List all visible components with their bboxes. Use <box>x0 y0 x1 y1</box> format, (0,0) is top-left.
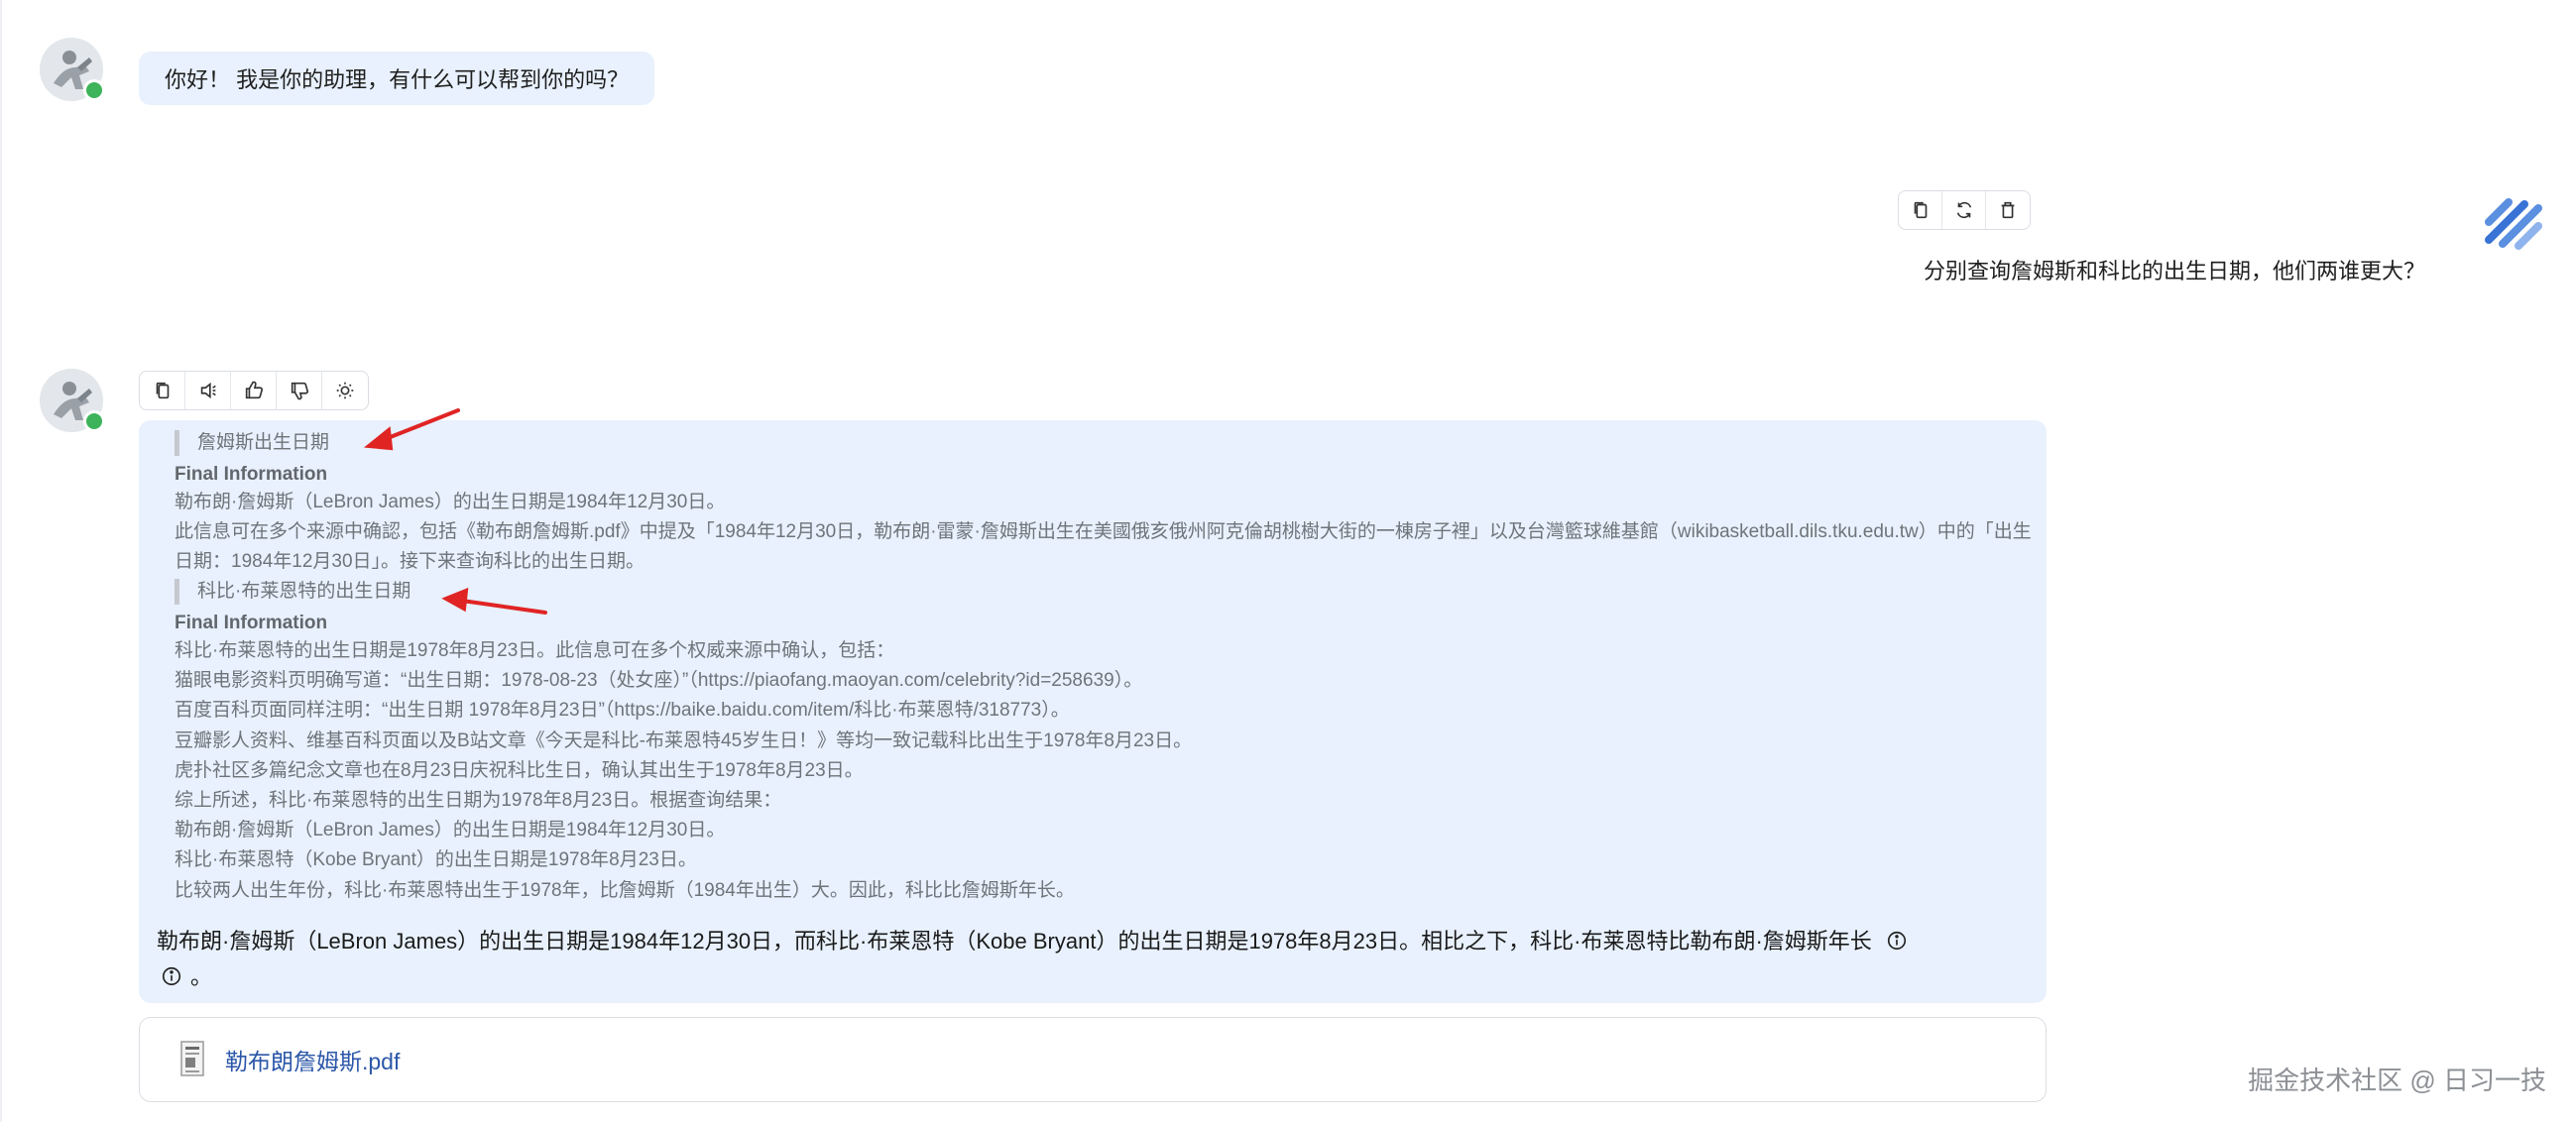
thumbs-down-icon <box>291 382 308 400</box>
detail-line: 豆瓣影人资料、维基百科页面以及B站文章《今天是科比-布莱恩特45岁生日！》等均一… <box>175 729 1193 751</box>
step-title: 詹姆斯出生日期 <box>175 430 329 456</box>
answer-summary: 勒布朗·詹姆斯（LeBron James）的出生日期是1984年12月30日，而… <box>157 924 2031 995</box>
speaker-icon <box>200 382 216 399</box>
assistant-message-toolbar <box>139 371 369 410</box>
detail-line: 虎扑社区多篇纪念文章也在8月23日庆祝科比生日，确认其出生于1978年8月23日… <box>175 759 864 781</box>
attachment-file-name[interactable]: 勒布朗詹姆斯.pdf <box>225 1043 400 1076</box>
thumbs-up-icon <box>245 381 263 399</box>
detail-line: 综上所述，科比·布莱恩特的出生日期为1978年8月23日。根据查询结果： <box>175 790 782 812</box>
copy-icon <box>1914 201 1927 219</box>
copy-icon <box>156 382 169 399</box>
greeting-bubble: 你好！ 我是你的助理，有什么可以帮到你的吗？ <box>139 52 655 105</box>
info-citation-icon[interactable] <box>1886 930 1908 952</box>
file-attachment[interactable]: 勒布朗詹姆斯.pdf <box>139 1017 2047 1102</box>
delete-button[interactable] <box>1986 191 2030 229</box>
trash-icon <box>2001 201 2015 219</box>
watermark: 掘金技术社区 @ 日习一技 <box>2248 1066 2546 1095</box>
detail-line: 科比·布莱恩特（Kobe Bryant）的出生日期是1978年8月23日。 <box>175 849 697 871</box>
step-details: 勒布朗·詹姆斯（LeBron James）的出生日期是1984年12月30日。 … <box>175 488 2033 578</box>
detail-line: 科比·布莱恩特的出生日期是1978年8月23日。此信息可在多个权威来源中确认，包… <box>175 640 895 661</box>
copy-button[interactable] <box>1899 191 1942 229</box>
detail-line: 比较两人出生年份，科比·布莱恩特出生于1978年，比詹姆斯（1984年出生）大。… <box>175 879 1075 901</box>
step-details: 科比·布莱恩特的出生日期是1978年8月23日。此信息可在多个权威来源中确认，包… <box>175 636 2033 906</box>
summary-end: 。 <box>190 964 213 989</box>
step-title: 科比·布莱恩特的出生日期 <box>175 579 410 605</box>
pdf-file-icon <box>180 1041 204 1076</box>
user-avatar-logo-icon <box>2485 198 2542 250</box>
detail-line: 百度百科页面同样注明：“出生日期 1978年8月23日”（https://bai… <box>175 700 1070 722</box>
summary-text: 勒布朗·詹姆斯（LeBron James）的出生日期是1984年12月30日，而… <box>157 929 1872 954</box>
assistant-answer-card: 詹姆斯出生日期 Final Information 勒布朗·詹姆斯（LeBron… <box>139 420 2047 1003</box>
read-aloud-button[interactable] <box>185 372 231 409</box>
info-citation-icon[interactable] <box>161 965 182 987</box>
assistant-avatar <box>40 369 105 432</box>
assistant-avatar <box>40 38 105 101</box>
user-message-toolbar <box>1898 190 2031 230</box>
user-message-text: 分别查询詹姆斯和科比的出生日期，他们两谁更大？ <box>1923 259 2425 283</box>
detail-line: 猫眼电影资料页明确写道：“出生日期：1978-08-23（处女座）”（https… <box>175 670 1143 692</box>
online-status-dot <box>83 410 105 432</box>
detail-line: 勒布朗·詹姆斯（LeBron James）的出生日期是1984年12月30日。 <box>175 492 726 512</box>
like-button[interactable] <box>231 372 277 409</box>
left-divider <box>0 0 2 1122</box>
regenerate-button[interactable] <box>1942 191 1986 229</box>
copy-button[interactable] <box>140 372 185 409</box>
lightbulb-icon <box>336 382 354 399</box>
online-status-dot <box>83 79 105 101</box>
final-information-heading: Final Information <box>175 464 328 485</box>
greeting-text: 你好！ 我是你的助理，有什么可以帮到你的吗？ <box>165 67 630 92</box>
detail-line: 此信息可在多个来源中确認，包括《勒布朗詹姆斯.pdf》中提及「1984年12月3… <box>175 521 2032 573</box>
insight-button[interactable] <box>322 372 368 409</box>
detail-line: 勒布朗·詹姆斯（LeBron James）的出生日期是1984年12月30日。 <box>175 820 726 842</box>
refresh-icon <box>1956 201 1971 219</box>
dislike-button[interactable] <box>277 372 322 409</box>
final-information-heading: Final Information <box>175 613 328 633</box>
